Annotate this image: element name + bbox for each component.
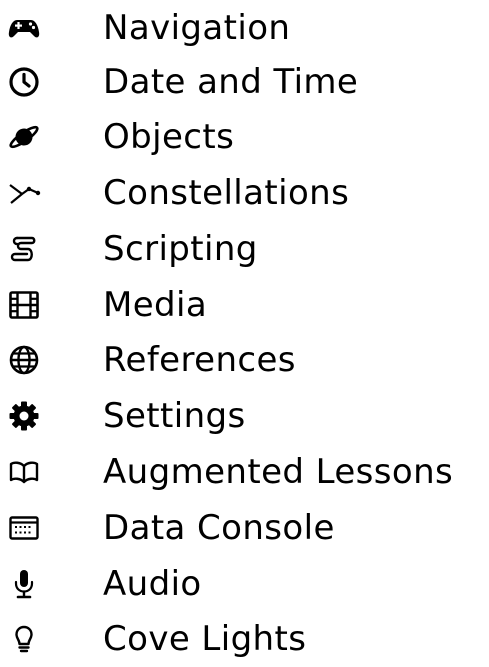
menu-item-audio[interactable]: Audio xyxy=(0,556,489,612)
lightbulb-icon xyxy=(6,621,42,657)
menu-item-label: Date and Time xyxy=(103,62,359,102)
menu-item-objects[interactable]: Objects xyxy=(0,109,489,165)
menu-item-navigation[interactable]: Navigation xyxy=(0,0,489,56)
menu-item-cove-lights[interactable]: Cove Lights xyxy=(0,611,489,667)
film-icon xyxy=(6,287,42,323)
menu-item-constellations[interactable]: Constellations xyxy=(0,165,489,221)
menu-item-augmented-lessons[interactable]: Augmented Lessons xyxy=(0,444,489,500)
menu-item-label: Cove Lights xyxy=(103,619,307,659)
menu-item-settings[interactable]: Settings xyxy=(0,388,489,444)
menu-item-date-and-time[interactable]: Date and Time xyxy=(0,54,489,110)
gamepad-icon xyxy=(6,10,42,46)
menu-item-label: Navigation xyxy=(103,8,291,48)
menu-item-label: Constellations xyxy=(103,173,350,213)
menu-item-label: Settings xyxy=(103,396,246,436)
menu-item-label: Augmented Lessons xyxy=(103,452,454,492)
menu-item-label: Scripting xyxy=(103,229,258,269)
menu-item-label: Data Console xyxy=(103,508,335,548)
menu-item-label: Objects xyxy=(103,117,235,157)
menu-item-scripting[interactable]: Scripting xyxy=(0,221,489,277)
main-menu: Navigation Date and Time Objects Constel… xyxy=(0,0,489,667)
book-open-icon xyxy=(6,454,42,490)
globe-icon xyxy=(6,342,42,378)
clock-icon xyxy=(6,64,42,100)
menu-item-references[interactable]: References xyxy=(0,332,489,388)
menu-item-media[interactable]: Media xyxy=(0,277,489,333)
menu-item-label: References xyxy=(103,340,296,380)
planet-icon xyxy=(6,119,42,155)
gear-icon xyxy=(6,398,42,434)
microphone-icon xyxy=(6,566,42,602)
menu-item-label: Media xyxy=(103,285,208,325)
scroll-icon xyxy=(6,231,42,267)
menu-item-data-console[interactable]: Data Console xyxy=(0,500,489,556)
menu-item-label: Audio xyxy=(103,564,202,604)
console-icon xyxy=(6,510,42,546)
constellation-icon xyxy=(6,175,42,211)
